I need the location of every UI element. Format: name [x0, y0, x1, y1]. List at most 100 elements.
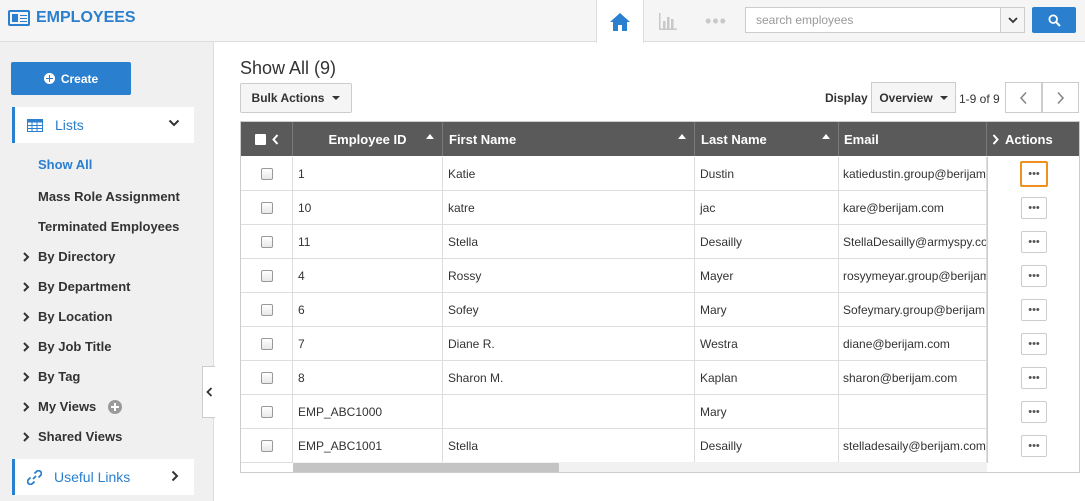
- sidebar-collapse-toggle[interactable]: [202, 366, 215, 418]
- row-checkbox[interactable]: [260, 168, 273, 180]
- row-checkbox[interactable]: [260, 236, 273, 248]
- last-name-cell[interactable]: Mayer: [695, 259, 839, 293]
- table-row[interactable]: 1 Katie Dustin katiedustin.group@berijam…: [241, 157, 1079, 191]
- email-cell[interactable]: katiedustin.group@berijam: [839, 157, 987, 191]
- employee-id-cell[interactable]: 10: [293, 191, 443, 225]
- row-actions-button[interactable]: •••: [1021, 435, 1047, 457]
- employee-id-cell[interactable]: 1: [293, 157, 443, 191]
- row-checkbox[interactable]: [260, 338, 273, 350]
- last-name-cell[interactable]: jac: [695, 191, 839, 225]
- last-name-cell[interactable]: Desailly: [695, 429, 839, 463]
- app-title[interactable]: EMPLOYEES: [8, 9, 136, 27]
- employee-id-cell[interactable]: 8: [293, 361, 443, 395]
- table-row[interactable]: 8 Sharon M. Kaplan sharon@berijam.com ••…: [241, 361, 1079, 395]
- column-header-first-name[interactable]: First Name: [443, 122, 695, 156]
- first-name-cell[interactable]: Diane R.: [443, 327, 695, 361]
- email-cell[interactable]: [839, 395, 987, 429]
- first-name-cell[interactable]: Stella: [443, 429, 695, 463]
- last-name-cell[interactable]: Desailly: [695, 225, 839, 259]
- row-actions-button[interactable]: •••: [1021, 299, 1047, 321]
- row-actions-button[interactable]: •••: [1021, 265, 1047, 287]
- employee-id-cell[interactable]: EMP_ABC1000: [293, 395, 443, 429]
- row-actions-button[interactable]: •••: [1021, 197, 1047, 219]
- last-name-cell[interactable]: Mary: [695, 293, 839, 327]
- sidebar-group-my-views[interactable]: My Views: [22, 399, 123, 414]
- table-row[interactable]: 4 Rossy Mayer rosyymeyar.group@berijam •…: [241, 259, 1079, 293]
- email-cell[interactable]: diane@berijam.com: [839, 327, 987, 361]
- sidebar-item-show-all[interactable]: Show All: [38, 157, 92, 172]
- row-checkbox[interactable]: [260, 406, 273, 418]
- row-checkbox[interactable]: [260, 440, 273, 452]
- employee-id-cell[interactable]: 7: [293, 327, 443, 361]
- sidebar-group-by-job-title[interactable]: By Job Title: [22, 339, 111, 354]
- first-name-cell[interactable]: Stella: [443, 225, 695, 259]
- table-row[interactable]: 7 Diane R. Westra diane@berijam.com •••: [241, 327, 1079, 361]
- next-page-button[interactable]: [1042, 82, 1079, 113]
- useful-links-panel-header[interactable]: Useful Links: [12, 459, 194, 495]
- email-cell[interactable]: stelladesaily@berijam.com: [839, 429, 987, 463]
- sidebar-item-terminated-employees[interactable]: Terminated Employees: [38, 219, 179, 234]
- employee-id-cell[interactable]: 4: [293, 259, 443, 293]
- sidebar-group-by-location[interactable]: By Location: [22, 309, 112, 324]
- row-checkbox[interactable]: [260, 372, 273, 384]
- email-cell[interactable]: StellaDesailly@armyspy.co: [839, 225, 987, 259]
- last-name-cell[interactable]: Westra: [695, 327, 839, 361]
- row-checkbox[interactable]: [260, 304, 273, 316]
- table-row[interactable]: EMP_ABC1001 Stella Desailly stelladesail…: [241, 429, 1079, 463]
- column-header-email[interactable]: Email: [839, 122, 987, 156]
- reports-button[interactable]: [644, 0, 692, 42]
- actions-cell: •••: [987, 157, 1079, 191]
- row-actions-button[interactable]: •••: [1020, 161, 1048, 187]
- previous-page-button[interactable]: [1005, 82, 1042, 113]
- first-name-cell[interactable]: Sofey: [443, 293, 695, 327]
- row-actions-button[interactable]: •••: [1021, 231, 1047, 253]
- row-actions-button[interactable]: •••: [1021, 401, 1047, 423]
- add-view-icon[interactable]: [108, 399, 123, 414]
- row-actions-button[interactable]: •••: [1021, 333, 1047, 355]
- employee-id-cell[interactable]: 6: [293, 293, 443, 327]
- first-name-cell[interactable]: Sharon M.: [443, 361, 695, 395]
- search-filter-dropdown[interactable]: [1000, 8, 1024, 32]
- employee-id-cell[interactable]: EMP_ABC1001: [293, 429, 443, 463]
- first-name-cell[interactable]: katre: [443, 191, 695, 225]
- last-name-cell[interactable]: Kaplan: [695, 361, 839, 395]
- home-button[interactable]: [596, 0, 644, 43]
- lists-panel-header[interactable]: Lists: [12, 107, 194, 143]
- last-name-cell[interactable]: Dustin: [695, 157, 839, 191]
- select-all-checkbox[interactable]: [254, 133, 266, 145]
- row-actions-button[interactable]: •••: [1021, 367, 1047, 389]
- search-input[interactable]: [746, 8, 1000, 32]
- row-checkbox[interactable]: [260, 270, 273, 282]
- bulk-actions-button[interactable]: Bulk Actions: [240, 83, 352, 113]
- column-header-employee-id[interactable]: Employee ID: [293, 122, 443, 156]
- table-row[interactable]: EMP_ABC1000 Mary •••: [241, 395, 1079, 429]
- table-row[interactable]: 6 Sofey Mary Sofeymary.group@berijam •••: [241, 293, 1079, 327]
- email-cell[interactable]: rosyymeyar.group@berijam: [839, 259, 987, 293]
- display-select[interactable]: Overview: [871, 82, 956, 113]
- sidebar-group-by-directory[interactable]: By Directory: [22, 249, 115, 264]
- page-title: Show All (9): [240, 58, 337, 78]
- email-cell[interactable]: kare@berijam.com: [839, 191, 987, 225]
- row-checkbox[interactable]: [260, 202, 273, 214]
- create-button[interactable]: Create: [11, 62, 131, 95]
- search-button[interactable]: [1032, 7, 1076, 33]
- employee-id-cell[interactable]: 11: [293, 225, 443, 259]
- first-name-cell[interactable]: Rossy: [443, 259, 695, 293]
- email-cell[interactable]: sharon@berijam.com: [839, 361, 987, 395]
- first-name-cell[interactable]: Katie: [443, 157, 695, 191]
- horizontal-scrollbar-thumb[interactable]: [293, 463, 559, 472]
- last-name-cell[interactable]: Mary: [695, 395, 839, 429]
- table-row[interactable]: 11 Stella Desailly StellaDesailly@armysp…: [241, 225, 1079, 259]
- table-row[interactable]: 10 katre jac kare@berijam.com •••: [241, 191, 1079, 225]
- column-header-last-name[interactable]: Last Name: [695, 122, 839, 156]
- sidebar-item-mass-role-assignment[interactable]: Mass Role Assignment: [38, 189, 180, 204]
- select-all-header[interactable]: [241, 122, 293, 156]
- column-header-actions[interactable]: Actions: [987, 122, 1079, 156]
- email-cell[interactable]: Sofeymary.group@berijam: [839, 293, 987, 327]
- sidebar-group-by-tag[interactable]: By Tag: [22, 369, 80, 384]
- sidebar-group-shared-views[interactable]: Shared Views: [22, 429, 122, 444]
- chevron-left-icon[interactable]: [271, 133, 279, 145]
- more-apps-button[interactable]: •••: [692, 0, 740, 42]
- sidebar-group-by-department[interactable]: By Department: [22, 279, 130, 294]
- first-name-cell[interactable]: [443, 395, 695, 429]
